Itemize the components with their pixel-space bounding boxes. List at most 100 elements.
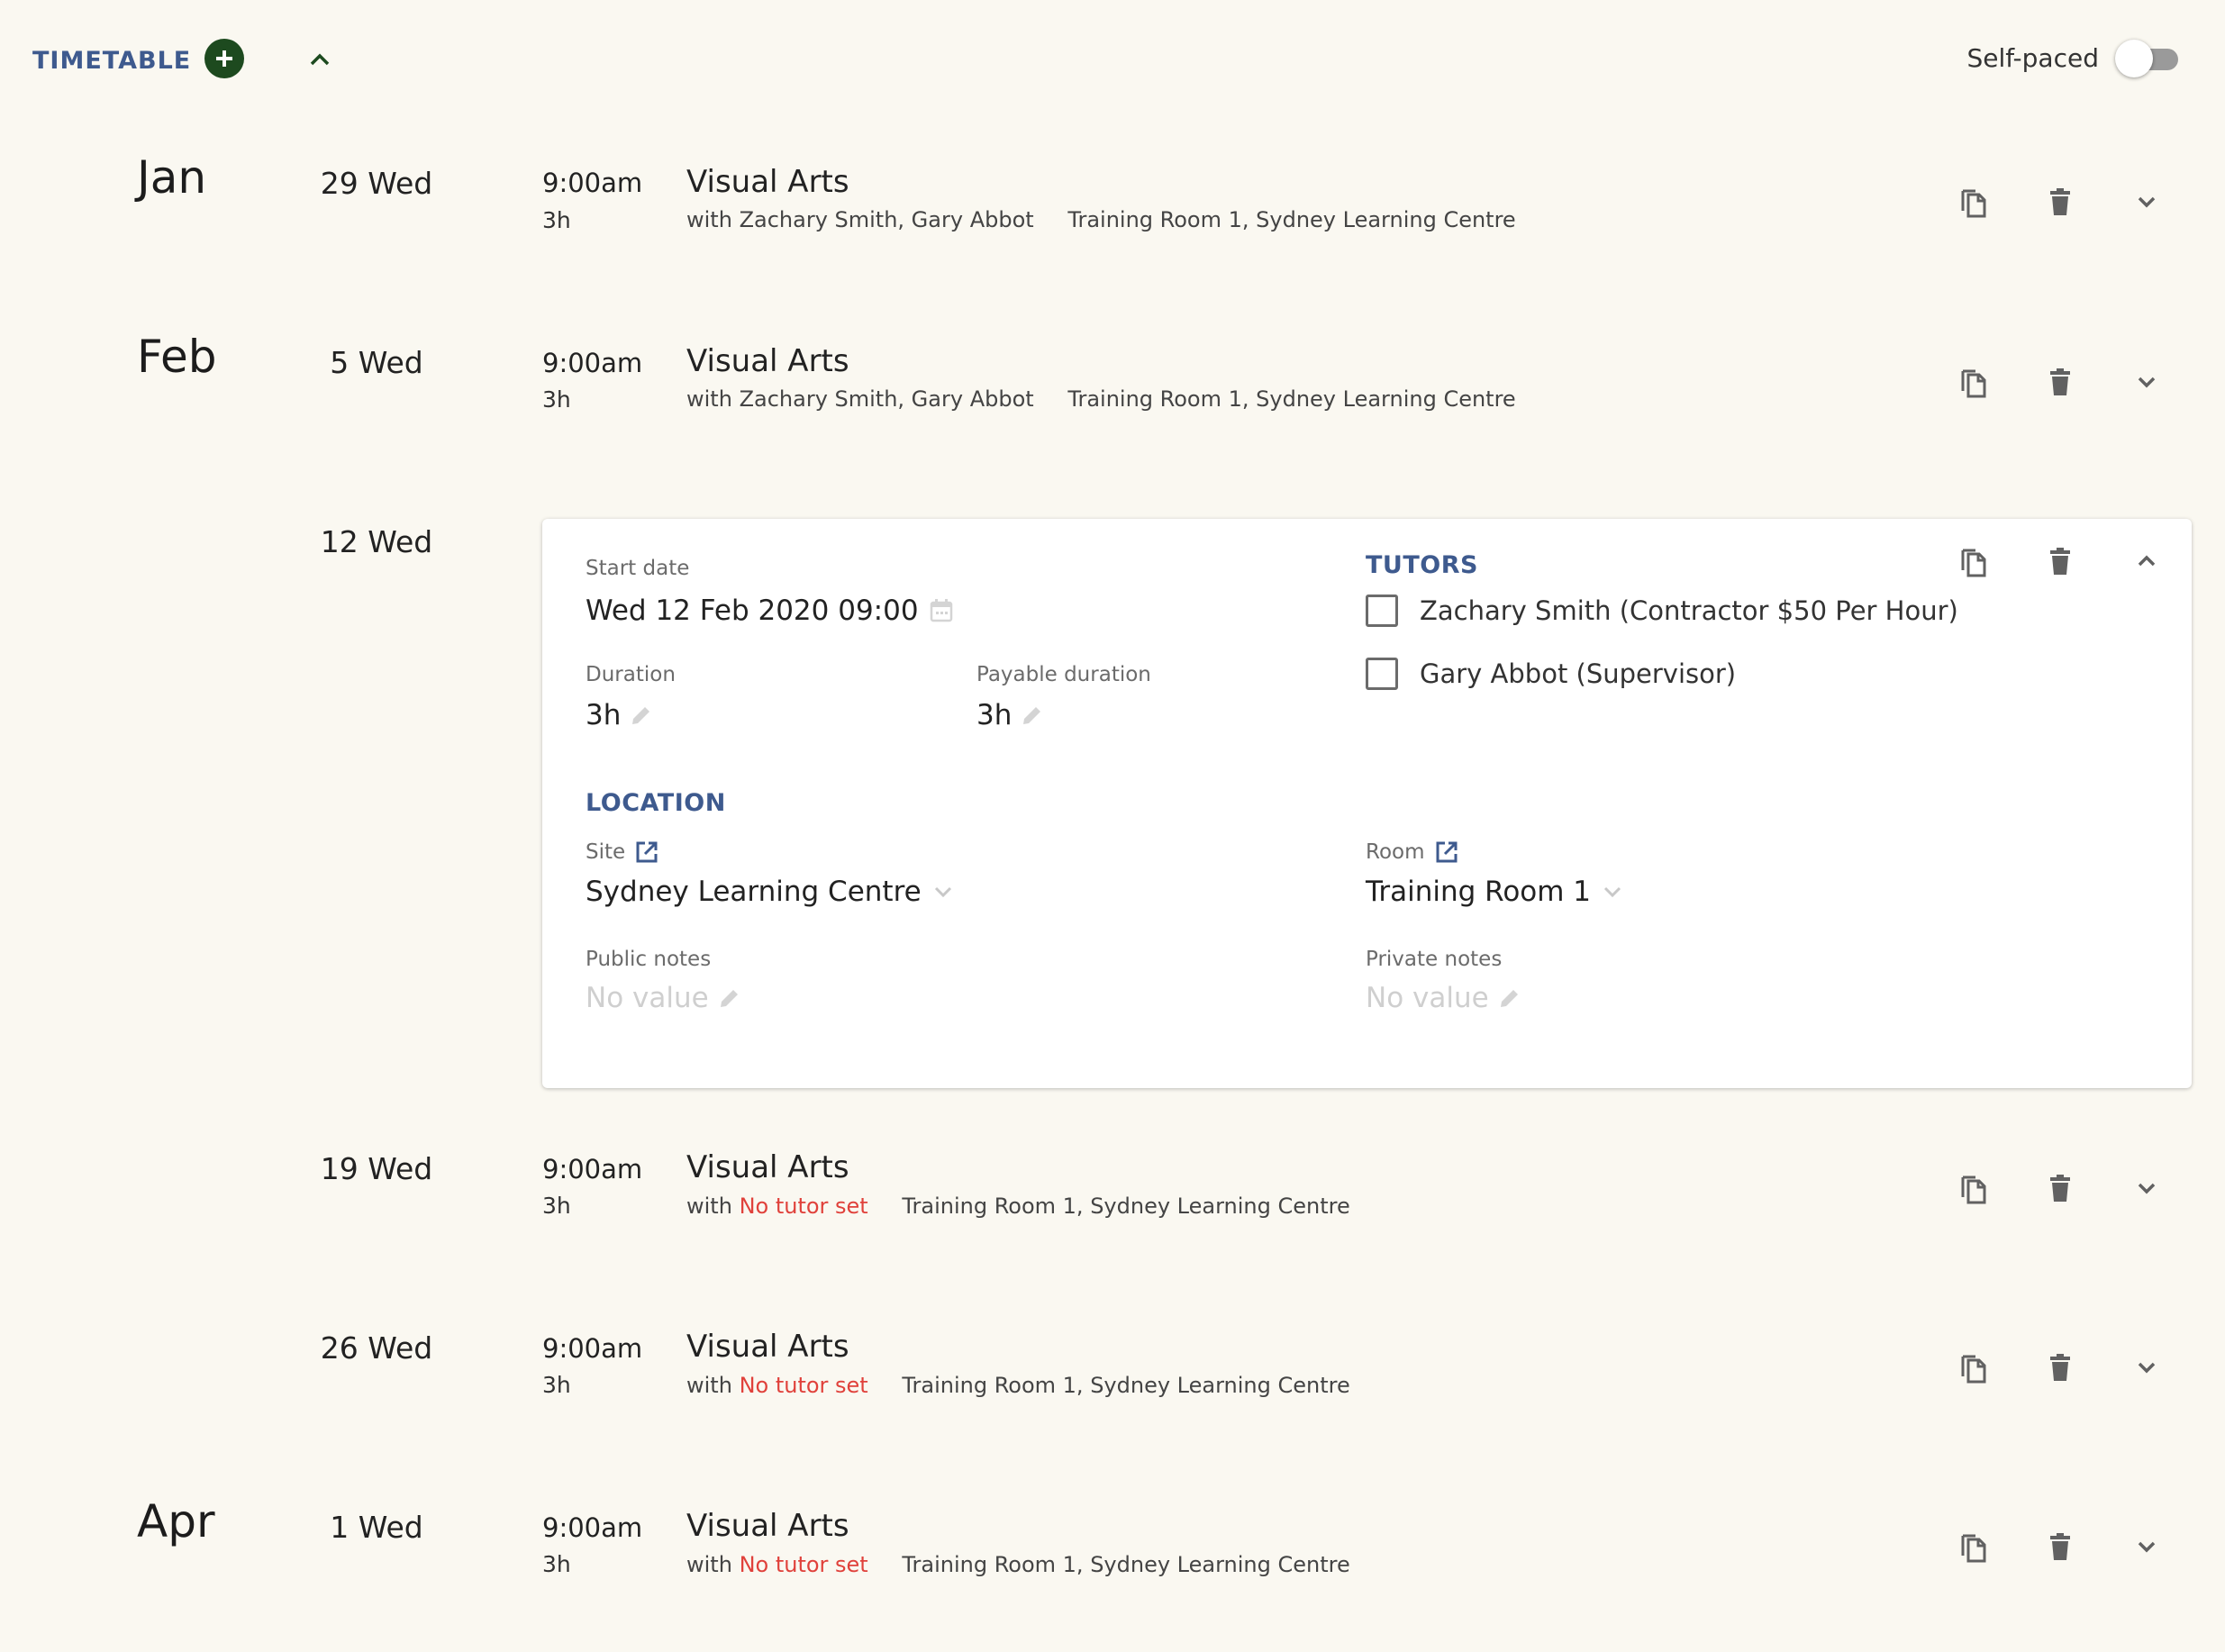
- session-time: 9:00am: [542, 1512, 643, 1543]
- open-external-icon[interactable]: [634, 840, 659, 865]
- private-notes-label: Private notes: [1366, 948, 1503, 971]
- site-select[interactable]: Sydney Learning Centre: [586, 876, 956, 908]
- calendar-icon[interactable]: [928, 597, 955, 624]
- self-paced-label: Self-paced: [1966, 43, 2099, 73]
- session-location: Training Room 1, Sydney Learning Centre: [902, 1552, 1350, 1577]
- session-location: Training Room 1, Sydney Learning Centre: [902, 1194, 1350, 1219]
- day-label: 26 Wed: [320, 1330, 433, 1366]
- toggle-knob: [2115, 40, 2153, 77]
- session-title: Visual Arts: [686, 1329, 849, 1365]
- tutor-checkbox-row[interactable]: Zachary Smith (Contractor $50 Per Hour): [1366, 595, 1958, 627]
- session-location: Training Room 1, Sydney Learning Centre: [902, 1373, 1350, 1398]
- duration-value: 3h: [586, 699, 622, 731]
- session-time: 9:00am: [542, 1333, 643, 1364]
- session-details: with Zachary Smith, Gary Abbot Training …: [686, 207, 1516, 232]
- payable-duration-value: 3h: [976, 699, 1013, 731]
- edit-icon[interactable]: [1498, 986, 1521, 1010]
- add-icon: [216, 50, 232, 67]
- private-notes-field[interactable]: No value: [1366, 982, 1521, 1014]
- session-details: with Zachary Smith, Gary Abbot Training …: [686, 386, 1516, 412]
- with-label: with: [686, 1552, 732, 1577]
- room-label-row: Room: [1366, 840, 1459, 865]
- tutor-checkbox[interactable]: [1366, 595, 1398, 627]
- site-label-row: Site: [586, 840, 659, 865]
- room-select[interactable]: Training Room 1: [1366, 876, 1625, 908]
- collapse-session-button[interactable]: [2121, 536, 2172, 586]
- session-time: 9:00am: [542, 348, 643, 378]
- tutor-checkbox[interactable]: [1366, 658, 1398, 690]
- edit-icon[interactable]: [718, 986, 741, 1010]
- month-label: Apr: [137, 1495, 215, 1548]
- session-details: with No tutor set Training Room 1, Sydne…: [686, 1194, 1350, 1219]
- expand-session-button[interactable]: [2121, 357, 2172, 407]
- session-tutors: Zachary Smith, Gary Abbot: [739, 386, 1034, 412]
- no-tutor-warning: No tutor set: [739, 1194, 868, 1219]
- room-label: Room: [1366, 840, 1425, 864]
- session-details: with No tutor set Training Room 1, Sydne…: [686, 1373, 1350, 1398]
- timetable-title: TIMETABLE: [32, 47, 192, 75]
- month-label: Jan: [137, 151, 207, 204]
- self-paced-toggle[interactable]: [2115, 38, 2184, 81]
- delete-session-button[interactable]: [2035, 536, 2085, 586]
- copy-session-button[interactable]: [1948, 357, 1999, 407]
- chevron-down-icon: [1600, 879, 1625, 904]
- with-label: with: [686, 1194, 732, 1219]
- expand-session-button[interactable]: [2121, 177, 2172, 227]
- day-label: 12 Wed: [320, 524, 433, 559]
- session-duration: 3h: [542, 1551, 571, 1577]
- day-label: 29 Wed: [320, 166, 433, 201]
- public-notes-field[interactable]: No value: [586, 982, 741, 1014]
- start-date-field[interactable]: Wed 12 Feb 2020 09:00: [586, 595, 955, 627]
- duration-field[interactable]: 3h: [586, 699, 653, 731]
- timetable-header: TIMETABLE Self-paced: [32, 34, 2184, 85]
- session-edit-card: Start date Wed 12 Feb 2020 09:00 Duratio…: [542, 519, 2192, 1088]
- day-label: 5 Wed: [330, 345, 423, 380]
- public-notes-value: No value: [586, 982, 709, 1014]
- delete-session-button[interactable]: [2035, 1163, 2085, 1213]
- copy-session-button[interactable]: [1948, 1163, 1999, 1213]
- copy-session-button[interactable]: [1948, 1521, 1999, 1572]
- delete-session-button[interactable]: [2035, 1521, 2085, 1572]
- session-duration: 3h: [542, 1193, 571, 1219]
- edit-icon[interactable]: [630, 703, 653, 727]
- month-label: Feb: [137, 331, 217, 383]
- no-tutor-warning: No tutor set: [739, 1373, 868, 1398]
- duration-label: Duration: [586, 663, 676, 686]
- payable-duration-label: Payable duration: [976, 663, 1151, 686]
- chevron-up-icon: [310, 53, 330, 66]
- site-label: Site: [586, 840, 626, 864]
- session-tutors: Zachary Smith, Gary Abbot: [739, 207, 1034, 232]
- tutor-checkbox-row[interactable]: Gary Abbot (Supervisor): [1366, 658, 1736, 690]
- with-label: with: [686, 1373, 732, 1398]
- expand-session-button[interactable]: [2121, 1521, 2172, 1572]
- session-time: 9:00am: [542, 1154, 643, 1185]
- location-heading: LOCATION: [586, 789, 726, 817]
- session-location: Training Room 1, Sydney Learning Centre: [1067, 386, 1516, 412]
- session-time: 9:00am: [542, 168, 643, 198]
- edit-icon[interactable]: [1021, 703, 1044, 727]
- delete-session-button[interactable]: [2035, 177, 2085, 227]
- expand-session-button[interactable]: [2121, 1163, 2172, 1213]
- delete-session-button[interactable]: [2035, 1342, 2085, 1393]
- copy-session-button[interactable]: [1948, 177, 1999, 227]
- session-title: Visual Arts: [686, 164, 849, 200]
- copy-session-button[interactable]: [1948, 1342, 1999, 1393]
- payable-duration-field[interactable]: 3h: [976, 699, 1044, 731]
- delete-session-button[interactable]: [2035, 357, 2085, 407]
- copy-session-button[interactable]: [1948, 536, 1999, 586]
- session-title: Visual Arts: [686, 343, 849, 379]
- open-external-icon[interactable]: [1434, 840, 1459, 865]
- public-notes-label: Public notes: [586, 948, 712, 971]
- add-session-button[interactable]: [204, 39, 244, 78]
- chevron-down-icon: [931, 879, 956, 904]
- expand-session-button[interactable]: [2121, 1342, 2172, 1393]
- no-tutor-warning: No tutor set: [739, 1552, 868, 1577]
- day-label: 19 Wed: [320, 1151, 433, 1186]
- session-location: Training Room 1, Sydney Learning Centre: [1067, 207, 1516, 232]
- session-duration: 3h: [542, 1372, 571, 1398]
- session-duration: 3h: [542, 207, 571, 233]
- collapse-timetable-button[interactable]: [304, 43, 336, 76]
- start-date-value: Wed 12 Feb 2020 09:00: [586, 595, 919, 627]
- day-label: 1 Wed: [330, 1510, 423, 1545]
- session-duration: 3h: [542, 386, 571, 413]
